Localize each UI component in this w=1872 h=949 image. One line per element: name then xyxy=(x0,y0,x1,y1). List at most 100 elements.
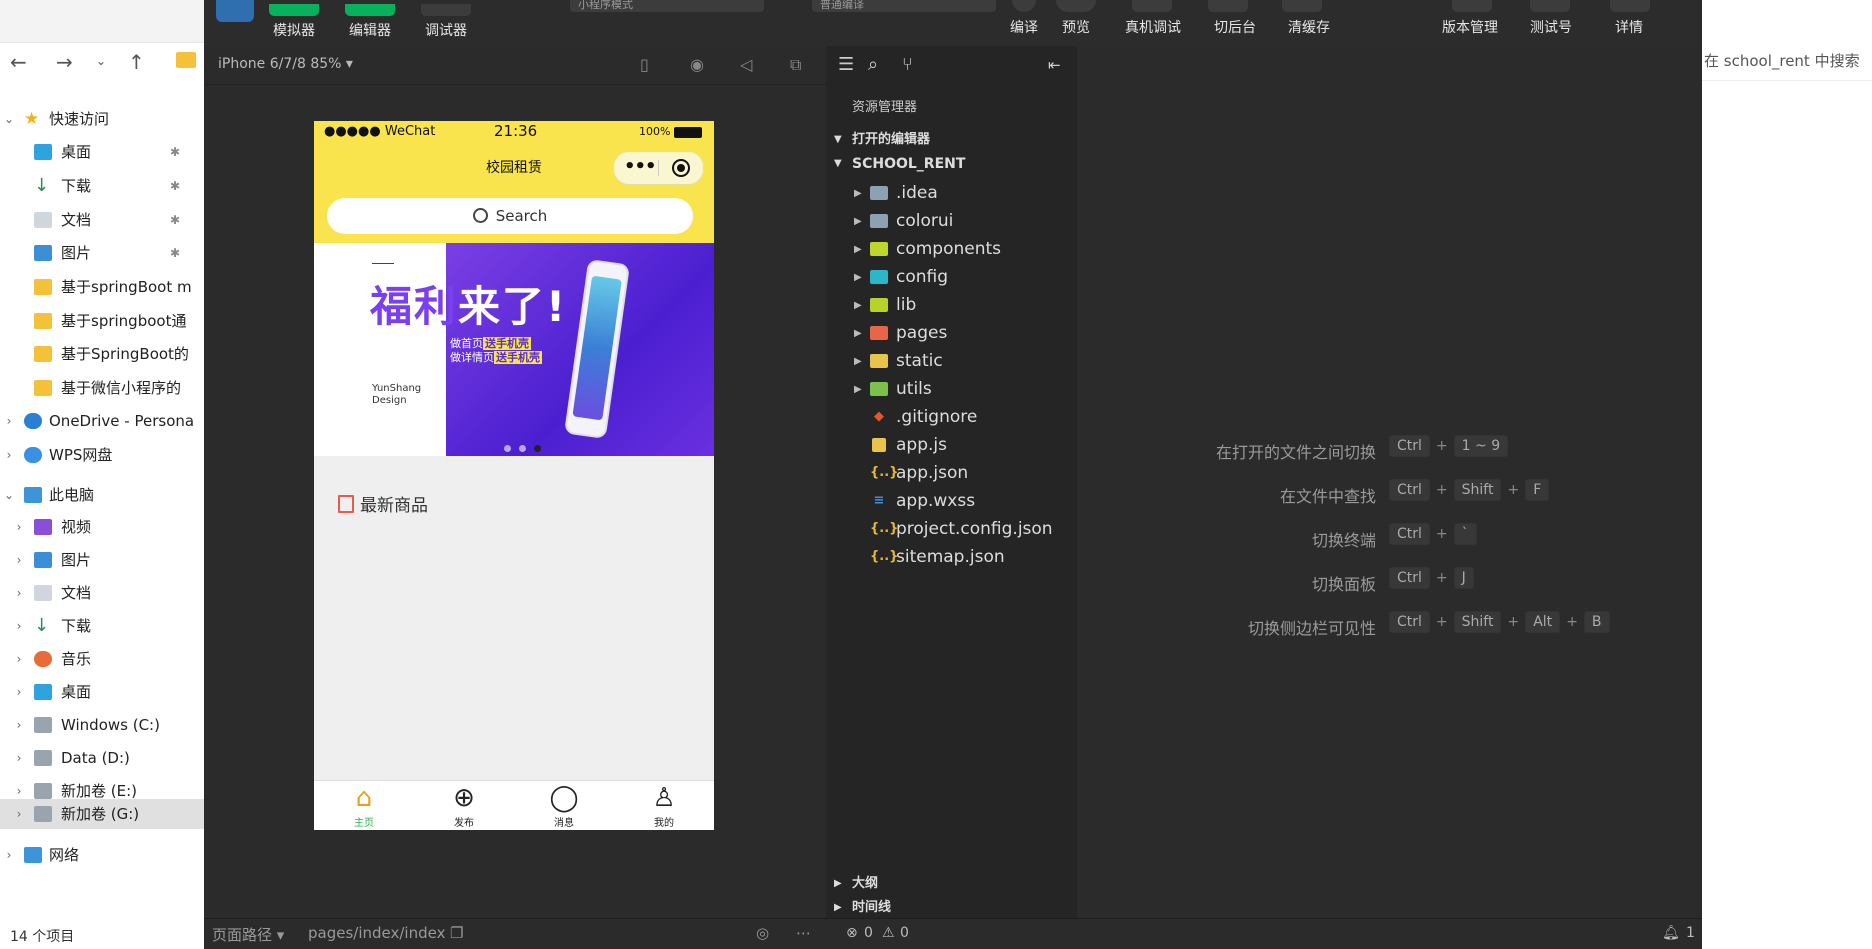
chevron-right-icon[interactable]: › xyxy=(12,710,26,740)
list-icon[interactable]: ☰ xyxy=(838,54,854,75)
tree-pc-item[interactable]: › 文档 xyxy=(0,578,205,608)
forward-arrow-icon[interactable]: → xyxy=(56,50,73,74)
tree-pc-item[interactable]: › 视频 xyxy=(0,512,205,542)
file-row[interactable]: app.js xyxy=(826,432,1077,459)
copy-icon[interactable]: ❐ xyxy=(450,924,463,942)
tree-onedrive[interactable]: › OneDrive - Persona xyxy=(0,406,205,436)
outline-section[interactable]: ▶ 大纲 xyxy=(826,872,1077,896)
clear-cache-button[interactable]: 清缓存 xyxy=(1288,17,1330,37)
close-miniprogram-icon[interactable] xyxy=(672,159,690,177)
warning-icon[interactable]: ⚠ xyxy=(882,925,895,941)
compile-mode-select[interactable]: 普通编译 xyxy=(812,0,996,12)
tree-network[interactable]: › 网络 xyxy=(0,840,205,870)
layers-icon[interactable] xyxy=(1282,0,1322,12)
tree-item-folder[interactable]: 基于微信小程序的 xyxy=(0,373,205,403)
file-row[interactable]: {..} project.config.json xyxy=(826,516,1077,543)
file-row[interactable]: {..} sitemap.json xyxy=(826,544,1077,571)
chevron-right-icon[interactable]: › xyxy=(12,611,26,641)
folder-row[interactable]: ▶ utils xyxy=(826,376,1077,403)
open-editors-section[interactable]: ▼ 打开的编辑器 xyxy=(826,128,1077,152)
chevron-right-icon[interactable]: › xyxy=(12,799,26,829)
simulator-button[interactable]: 模拟器 xyxy=(268,4,320,44)
pin-icon[interactable]: ✱ xyxy=(170,171,180,201)
tree-quick-access[interactable]: ⌄ ★ 快速访问 xyxy=(0,104,205,134)
folder-row[interactable]: ▶ .idea xyxy=(826,180,1077,207)
up-arrow-icon[interactable]: ↑ xyxy=(128,50,145,74)
tree-pc-item[interactable]: › Windows (C:) xyxy=(0,710,205,740)
version-icon[interactable] xyxy=(1452,0,1492,12)
folder-row[interactable]: ▶ colorui xyxy=(826,208,1077,235)
folder-row[interactable]: ▶ config xyxy=(826,264,1077,291)
folder-row[interactable]: ▶ pages xyxy=(826,320,1077,347)
tab-profile[interactable]: ♙ 我的 xyxy=(614,783,714,829)
more-icon[interactable]: ⋯ xyxy=(796,924,811,942)
tab-home[interactable]: ⌂ 主页 xyxy=(314,783,414,829)
tree-this-pc[interactable]: ⌄ 此电脑 xyxy=(0,480,205,510)
debugger-button[interactable]: 调试器 xyxy=(420,4,472,44)
compile-button[interactable]: 编译 xyxy=(1010,17,1038,37)
recent-chevron-icon[interactable]: ⌄ xyxy=(96,54,106,68)
page-path-select[interactable]: 页面路径 ▾ xyxy=(212,924,284,945)
tree-item-documents[interactable]: 文档 ✱ xyxy=(0,205,205,235)
search-icon[interactable]: ⌕ xyxy=(868,54,878,75)
tree-item-desktop[interactable]: 桌面 ✱ xyxy=(0,137,205,167)
folder-row[interactable]: ▶ components xyxy=(826,236,1077,263)
tree-item-folder[interactable]: 基于springBoot m xyxy=(0,272,205,302)
tree-item-downloads[interactable]: ↓ 下载 ✱ xyxy=(0,171,205,201)
tree-wps[interactable]: › WPS网盘 xyxy=(0,440,205,470)
tree-pc-item-selected[interactable]: › 新加卷 (G:) xyxy=(0,799,205,829)
chevron-right-icon[interactable]: › xyxy=(12,743,26,773)
chevron-right-icon[interactable]: › xyxy=(12,545,26,575)
tree-pc-item[interactable]: › Data (D:) xyxy=(0,743,205,773)
error-icon[interactable]: ⊗ xyxy=(846,925,858,941)
test-id-button[interactable]: 测试号 xyxy=(1530,17,1572,37)
preview-button[interactable]: 预览 xyxy=(1062,17,1090,37)
editor-button[interactable]: 编辑器 xyxy=(344,4,396,44)
details-icon[interactable] xyxy=(1610,0,1650,12)
device-select[interactable]: iPhone 6/7/8 85% ▾ xyxy=(218,56,353,72)
folder-row[interactable]: ▶ lib xyxy=(826,292,1077,319)
pin-icon[interactable]: ✱ xyxy=(170,205,180,235)
tree-item-folder[interactable]: 基于SpringBoot的 xyxy=(0,339,205,369)
tree-pc-item[interactable]: › ↓ 下载 xyxy=(0,611,205,641)
file-row[interactable]: ◆ .gitignore xyxy=(826,404,1077,431)
popout-icon[interactable]: ⧉ xyxy=(790,55,801,75)
chevron-right-icon[interactable]: › xyxy=(12,578,26,608)
tab-messages[interactable]: ◯ 消息 xyxy=(514,783,614,829)
file-row[interactable]: ≡ app.wxss xyxy=(826,488,1077,515)
tree-pc-item[interactable]: › 桌面 xyxy=(0,677,205,707)
tree-pc-item[interactable]: › 图片 xyxy=(0,545,205,575)
compile-icon[interactable] xyxy=(1012,0,1036,12)
chevron-right-icon[interactable]: › xyxy=(12,677,26,707)
file-row[interactable]: {..} app.json xyxy=(826,460,1077,487)
more-dots-icon[interactable]: ••• xyxy=(624,156,657,177)
pin-icon[interactable]: ✱ xyxy=(170,137,180,167)
chevron-right-icon[interactable]: › xyxy=(2,840,16,870)
record-icon[interactable]: ◉ xyxy=(690,55,704,74)
tree-pc-item[interactable]: › 音乐 xyxy=(0,644,205,674)
menu-capsule[interactable]: ••• xyxy=(613,151,704,185)
version-button[interactable]: 版本管理 xyxy=(1442,17,1498,37)
real-debug-icon[interactable] xyxy=(1132,0,1172,12)
preview-icon[interactable] xyxy=(1056,0,1096,12)
real-debug-button[interactable]: 真机调试 xyxy=(1125,17,1181,37)
git-branch-icon[interactable]: ⑂ xyxy=(902,54,913,75)
indicator-dot-active[interactable] xyxy=(534,445,541,452)
bell-icon[interactable]: 🔔︎ xyxy=(1662,925,1680,941)
test-id-icon[interactable] xyxy=(1530,0,1570,12)
search-input[interactable]: Search xyxy=(327,198,693,234)
tree-item-pictures[interactable]: 图片 ✱ xyxy=(0,238,205,268)
timeline-section[interactable]: ▶ 时间线 xyxy=(826,896,1077,920)
search-input[interactable]: 在 school_rent 中搜索 xyxy=(1704,50,1860,71)
chevron-down-icon[interactable]: ⌄ xyxy=(2,480,16,510)
details-button[interactable]: 详情 xyxy=(1615,17,1643,37)
tree-item-folder[interactable]: 基于springboot通 xyxy=(0,306,205,336)
eye-icon[interactable]: ◎ xyxy=(756,924,769,942)
mode-select[interactable]: 小程序模式 xyxy=(570,0,764,12)
background-button[interactable]: 切后台 xyxy=(1214,17,1256,37)
folder-row[interactable]: ▶ static xyxy=(826,348,1077,375)
chevron-right-icon[interactable]: › xyxy=(2,406,16,436)
chevron-down-icon[interactable]: ⌄ xyxy=(2,104,16,134)
volume-icon[interactable]: ◁ xyxy=(740,55,752,74)
chevron-right-icon[interactable]: › xyxy=(12,644,26,674)
